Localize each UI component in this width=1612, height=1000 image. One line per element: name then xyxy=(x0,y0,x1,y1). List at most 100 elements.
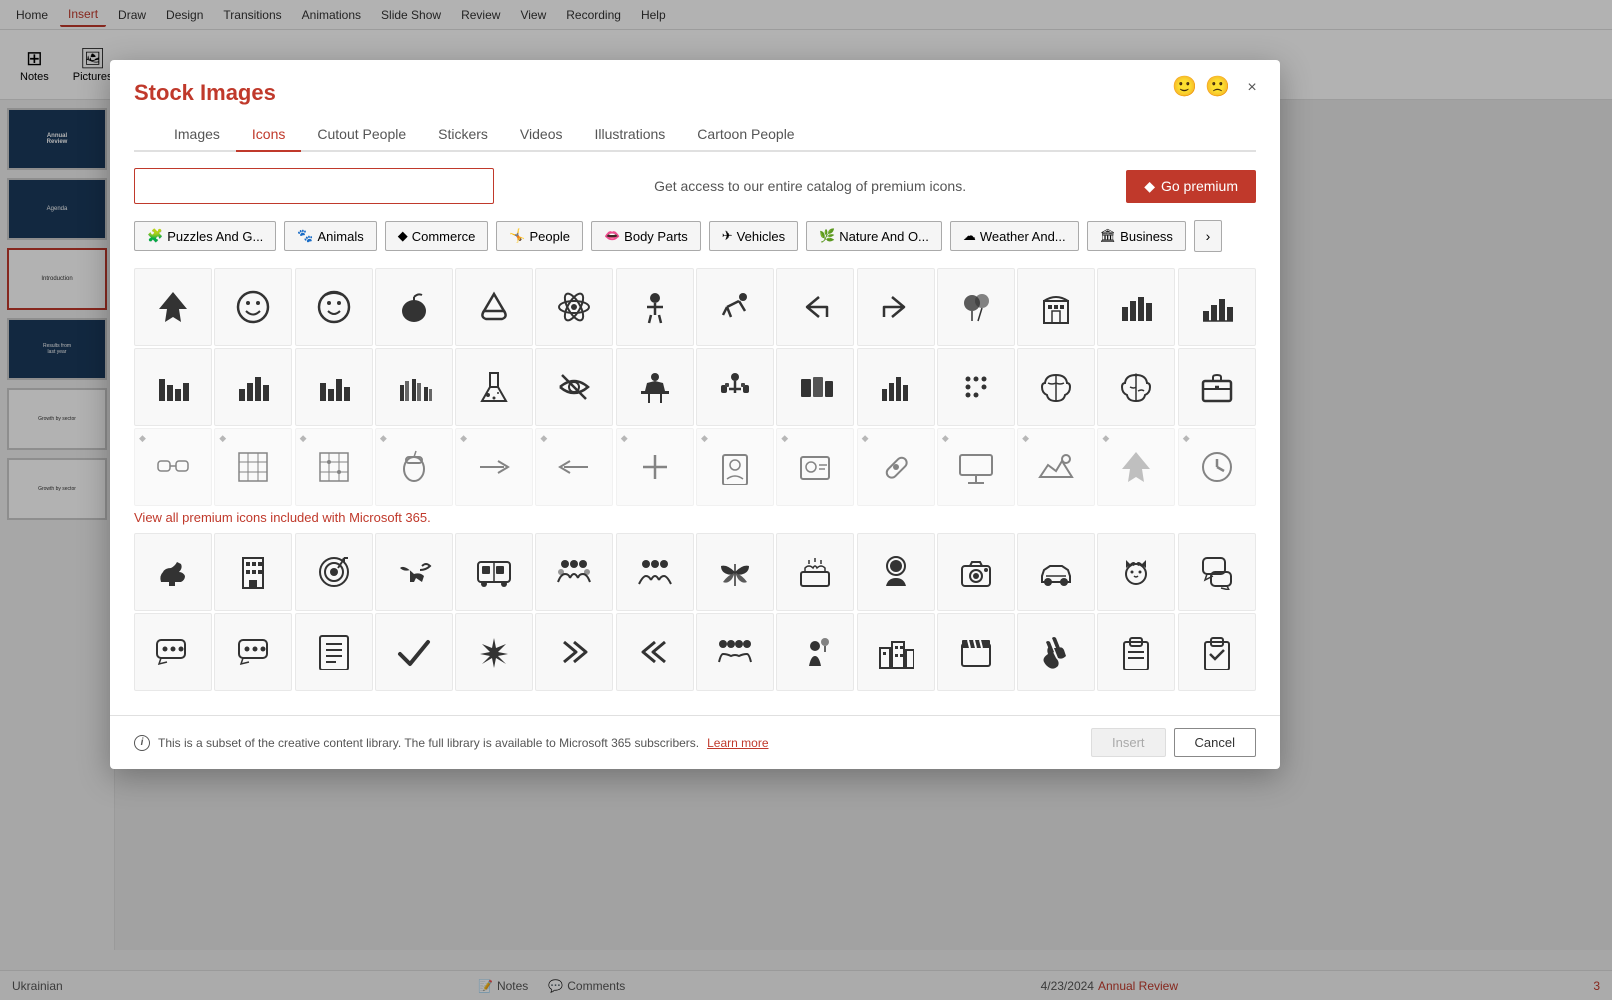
icon-airplane[interactable] xyxy=(134,268,212,346)
icon-arrow-right[interactable]: ◆ xyxy=(455,428,533,506)
icon-cityscape[interactable] xyxy=(857,613,935,691)
icon-reply[interactable] xyxy=(776,268,854,346)
learn-more-link[interactable]: Learn more xyxy=(707,736,768,750)
icon-smile[interactable] xyxy=(214,268,292,346)
icon-id-card[interactable]: ◆ xyxy=(776,428,854,506)
icon-books[interactable] xyxy=(776,348,854,426)
icon-atom[interactable] xyxy=(535,268,613,346)
icon-bird-landing[interactable] xyxy=(375,533,453,611)
icon-cake[interactable] xyxy=(776,533,854,611)
icon-apple[interactable] xyxy=(375,268,453,346)
icon-dbl-left[interactable] xyxy=(616,613,694,691)
icon-cat[interactable] xyxy=(1097,533,1175,611)
icon-clapboard[interactable] xyxy=(937,613,1015,691)
icon-plus[interactable]: ◆ xyxy=(616,428,694,506)
icon-bandage[interactable]: ◆ xyxy=(857,428,935,506)
icon-checklist[interactable] xyxy=(295,613,373,691)
icon-chart-bar1[interactable] xyxy=(1097,268,1175,346)
icon-chart-mixed[interactable] xyxy=(295,348,373,426)
icon-target[interactable] xyxy=(295,533,373,611)
icon-checkmark[interactable] xyxy=(375,613,453,691)
icon-weightlift[interactable] xyxy=(696,348,774,426)
tab-videos[interactable]: Videos xyxy=(504,118,579,152)
icon-clap[interactable] xyxy=(1017,613,1095,691)
icon-crowd2[interactable] xyxy=(616,533,694,611)
icon-chat-dots1[interactable] xyxy=(134,613,212,691)
icon-chat-dots2[interactable] xyxy=(214,613,292,691)
category-nature[interactable]: 🌿 Nature And O... xyxy=(806,221,942,251)
icon-acorn[interactable]: ◆ xyxy=(375,428,453,506)
premium-link[interactable]: View all premium icons included with Mic… xyxy=(134,510,1256,525)
icon-person-card[interactable]: ◆ xyxy=(696,428,774,506)
icon-eye-slash[interactable] xyxy=(535,348,613,426)
icons-scroll-area[interactable]: ◆ ◆ ◆ ◆ ◆ ◆ ◆ ◆ ◆ ◆ ◆ ◆ ◆ ◆ View all pre… xyxy=(134,268,1256,699)
category-business[interactable]: 🏛 Business xyxy=(1087,221,1186,251)
icon-briefcase[interactable] xyxy=(1178,348,1256,426)
icon-clock[interactable]: ◆ xyxy=(1178,428,1256,506)
icon-arrow-left[interactable]: ◆ xyxy=(535,428,613,506)
tab-illustrations[interactable]: Illustrations xyxy=(578,118,681,152)
category-people[interactable]: 🤸 People xyxy=(496,221,583,251)
icon-car[interactable] xyxy=(1017,533,1095,611)
icon-angel[interactable] xyxy=(295,268,373,346)
category-vehicles[interactable]: ✈ Vehicles xyxy=(709,221,798,251)
icon-office-building[interactable] xyxy=(214,533,292,611)
icon-recycle[interactable] xyxy=(455,268,533,346)
icon-crowd1[interactable] xyxy=(535,533,613,611)
icon-person-headset[interactable] xyxy=(857,533,935,611)
icon-camera[interactable] xyxy=(937,533,1015,611)
icon-sparkle-burst[interactable] xyxy=(455,613,533,691)
category-puzzles[interactable]: 🧩 Puzzles And G... xyxy=(134,221,276,251)
icon-chart-down[interactable] xyxy=(134,348,212,426)
cancel-button[interactable]: Cancel xyxy=(1174,728,1256,757)
icon-person-desk[interactable] xyxy=(616,348,694,426)
dialog-close-button[interactable]: × xyxy=(1240,76,1264,100)
icon-forward[interactable] xyxy=(857,268,935,346)
dislike-icon[interactable]: 🙁 xyxy=(1205,74,1230,99)
icon-flask[interactable] xyxy=(455,348,533,426)
icon-baby[interactable] xyxy=(616,268,694,346)
icon-clipboard1[interactable] xyxy=(1097,613,1175,691)
premium-badge: ◆ xyxy=(380,433,387,444)
icon-dbl-right[interactable] xyxy=(535,613,613,691)
category-bodyparts[interactable]: 👄 Body Parts xyxy=(591,221,701,251)
icon-clipboard2[interactable] xyxy=(1178,613,1256,691)
category-scroll-right[interactable]: › xyxy=(1194,220,1222,252)
tab-icons[interactable]: Icons xyxy=(236,118,301,152)
icon-person-balloon[interactable] xyxy=(776,613,854,691)
premium-badge: ◆ xyxy=(781,433,788,444)
search-input[interactable] xyxy=(134,168,494,204)
insert-button[interactable]: Insert xyxy=(1091,728,1166,757)
icon-chart-grouped[interactable] xyxy=(375,348,453,426)
icon-gymnastics[interactable] xyxy=(696,268,774,346)
icon-chart-bar2[interactable] xyxy=(1178,268,1256,346)
icon-billboard[interactable]: ◆ xyxy=(937,428,1015,506)
icon-butterfly[interactable] xyxy=(696,533,774,611)
category-commerce[interactable]: ◆ Commerce xyxy=(385,221,489,251)
icon-building[interactable] xyxy=(1017,268,1095,346)
tab-cartoon[interactable]: Cartoon People xyxy=(681,118,810,152)
icon-landscape[interactable]: ◆ xyxy=(1017,428,1095,506)
icon-chat-bubbles[interactable] xyxy=(1178,533,1256,611)
icon-brain2[interactable] xyxy=(1097,348,1175,426)
icon-dinosaur[interactable] xyxy=(134,533,212,611)
icon-brain1[interactable] xyxy=(1017,348,1095,426)
go-premium-button[interactable]: ◆ Go premium xyxy=(1126,170,1256,203)
tab-images[interactable]: Images xyxy=(158,118,236,152)
icon-grid-chart[interactable]: ◆ xyxy=(214,428,292,506)
icon-bus[interactable] xyxy=(455,533,533,611)
category-animals[interactable]: 🐾 Animals xyxy=(284,221,376,251)
icon-plane2[interactable]: ◆ xyxy=(1097,428,1175,506)
icon-chart-up[interactable] xyxy=(214,348,292,426)
like-icon[interactable]: 🙂 xyxy=(1172,74,1197,99)
icon-balloon[interactable] xyxy=(937,268,1015,346)
icon-3d-glasses[interactable]: ◆ xyxy=(134,428,212,506)
icon-team-large[interactable] xyxy=(696,613,774,691)
category-weather[interactable]: ☁ Weather And... xyxy=(950,221,1079,251)
icon-grid-chart2[interactable]: ◆ xyxy=(295,428,373,506)
icon-chart-bars3[interactable] xyxy=(857,348,935,426)
tab-stickers[interactable]: Stickers xyxy=(422,118,504,152)
tab-cutout[interactable]: Cutout People xyxy=(301,118,422,152)
icon-braille[interactable] xyxy=(937,348,1015,426)
vehicles-icon: ✈ xyxy=(722,228,733,244)
